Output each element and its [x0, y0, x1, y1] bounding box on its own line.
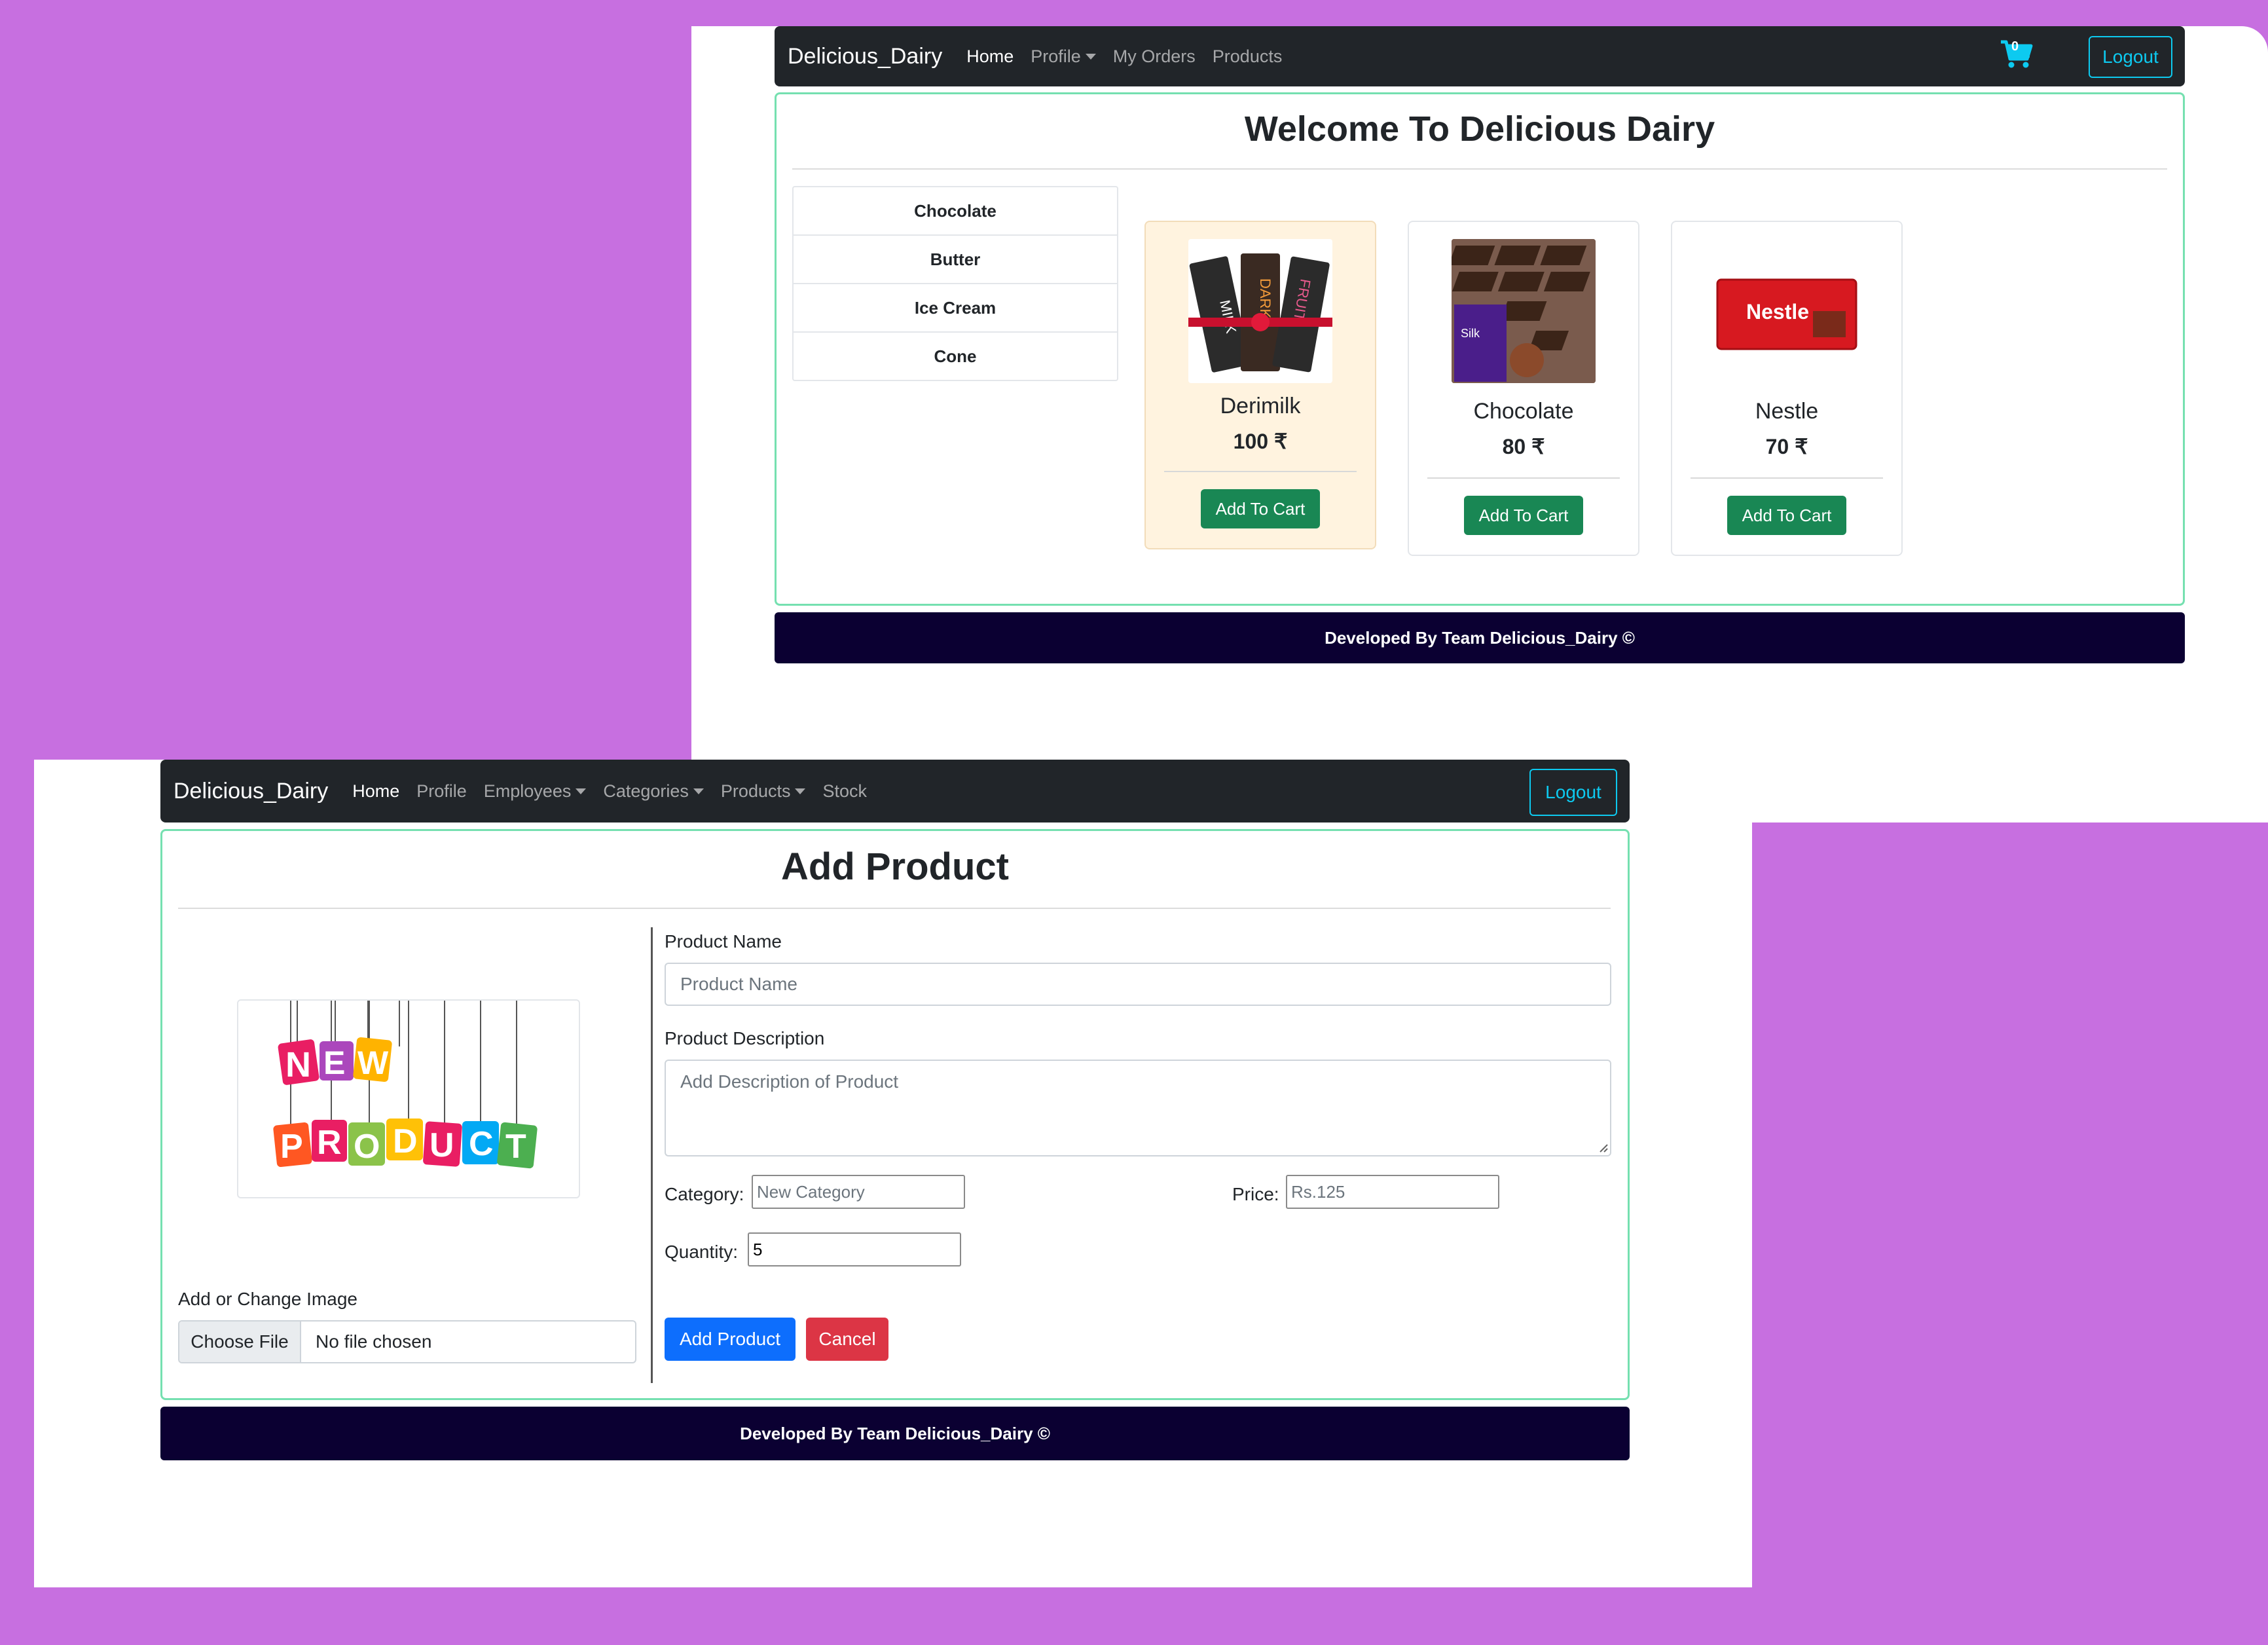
product-price: 100 ₹: [1233, 430, 1288, 453]
cart-count-badge: 0: [2011, 39, 2019, 54]
quantity-input[interactable]: 5: [748, 1232, 961, 1266]
product-name: Derimilk: [1220, 394, 1301, 418]
svg-text:W: W: [357, 1044, 389, 1081]
nav-profile-label: Profile: [1031, 46, 1081, 66]
product-card: Silk Chocolate 80 ₹ Add To Cart: [1408, 221, 1639, 556]
svg-text:D: D: [393, 1122, 418, 1160]
svg-text:E: E: [323, 1044, 345, 1081]
product-name: Nestle: [1755, 399, 1819, 424]
logout-button[interactable]: Logout: [1529, 769, 1617, 816]
svg-text:U: U: [430, 1126, 454, 1164]
svg-text:C: C: [469, 1125, 494, 1163]
top-navbar: Delicious_Dairy Home Profile My Orders P…: [775, 26, 2185, 86]
chevron-down-icon: [693, 788, 704, 794]
chevron-down-icon: [576, 788, 587, 794]
category-item-cone[interactable]: Cone: [794, 333, 1117, 380]
dairy-milk-bars-image: MILK DARK FRUIT: [1188, 239, 1332, 383]
nav-employees-dropdown[interactable]: Employees: [484, 781, 587, 802]
svg-text:T: T: [505, 1128, 526, 1166]
new-product-image: N E W P R O D U C T: [237, 999, 580, 1198]
chevron-down-icon: [795, 788, 806, 794]
product-card: Nestle Nestle 70 ₹ Add To Cart: [1671, 221, 1903, 556]
product-name-input[interactable]: Product Name: [665, 963, 1611, 1006]
nav-profile[interactable]: Profile: [416, 781, 467, 802]
add-to-cart-button[interactable]: Add To Cart: [1464, 496, 1583, 535]
category-list: Chocolate Butter Ice Cream Cone: [792, 186, 1118, 381]
nav-home[interactable]: Home: [352, 781, 399, 802]
product-price: 80 ₹: [1502, 435, 1545, 458]
svg-text:N: N: [285, 1045, 311, 1084]
divider: [792, 168, 2167, 170]
nestle-bar-image: Nestle: [1715, 239, 1859, 383]
brand-logo[interactable]: Delicious_Dairy: [174, 779, 328, 804]
svg-text:P: P: [280, 1128, 303, 1166]
product-price: 70 ₹: [1765, 435, 1808, 458]
page-title: Welcome To Delicious Dairy: [1244, 109, 1715, 149]
add-to-cart-button[interactable]: Add To Cart: [1727, 496, 1846, 535]
card-divider: [1691, 477, 1883, 479]
cart-button[interactable]: 0: [1998, 35, 2035, 72]
product-description-textarea[interactable]: Add Description of Product: [665, 1060, 1611, 1156]
svg-text:R: R: [317, 1124, 342, 1162]
column-divider: [651, 927, 653, 1383]
divider: [178, 908, 1611, 909]
svg-text:Silk: Silk: [1461, 327, 1480, 340]
product-description-label: Product Description: [665, 1028, 825, 1048]
brand-logo[interactable]: Delicious_Dairy: [788, 44, 942, 69]
nav-profile-dropdown[interactable]: Profile: [1031, 46, 1096, 67]
category-item-chocolate[interactable]: Chocolate: [794, 187, 1117, 236]
price-label: Price:: [1232, 1184, 1279, 1204]
nav-products-dropdown[interactable]: Products: [721, 781, 806, 802]
resize-handle-icon[interactable]: [1599, 1143, 1608, 1153]
nav-home[interactable]: Home: [966, 46, 1014, 67]
card-divider: [1427, 477, 1620, 479]
svg-text:Nestle: Nestle: [1746, 300, 1809, 323]
price-input[interactable]: Rs.125: [1286, 1175, 1499, 1209]
add-product-button[interactable]: Add Product: [665, 1318, 796, 1361]
footer: Developed By Team Delicious_Dairy ©: [160, 1407, 1630, 1460]
category-input[interactable]: New Category: [752, 1175, 965, 1209]
product-card: MILK DARK FRUIT Derimilk 100 ₹ Add To Ca…: [1144, 221, 1376, 549]
nav-stock[interactable]: Stock: [822, 781, 867, 802]
category-label: Category:: [665, 1184, 744, 1204]
footer: Developed By Team Delicious_Dairy ©: [775, 612, 2185, 663]
logout-button[interactable]: Logout: [2089, 36, 2172, 78]
admin-navbar: Delicious_Dairy Home Profile Employees C…: [160, 760, 1630, 822]
chevron-down-icon: [1085, 53, 1096, 60]
file-status: No file chosen: [316, 1331, 432, 1352]
chocolate-pack-image: Silk: [1452, 239, 1596, 383]
quantity-label: Quantity:: [665, 1242, 739, 1262]
svg-text:O: O: [354, 1128, 380, 1166]
nav-categories-label: Categories: [603, 781, 689, 801]
file-input[interactable]: Choose File No file chosen: [178, 1320, 636, 1363]
nav-my-orders[interactable]: My Orders: [1113, 46, 1196, 67]
nav-categories-dropdown[interactable]: Categories: [603, 781, 704, 802]
nav-products[interactable]: Products: [1213, 46, 1283, 67]
category-item-ice-cream[interactable]: Ice Cream: [794, 284, 1117, 333]
nav-employees-label: Employees: [483, 781, 572, 801]
product-name: Chocolate: [1473, 399, 1574, 424]
choose-file-button[interactable]: Choose File: [179, 1322, 301, 1362]
cancel-button[interactable]: Cancel: [806, 1318, 888, 1361]
svg-text:DARK: DARK: [1257, 278, 1273, 318]
card-divider: [1164, 471, 1357, 472]
product-name-label: Product Name: [665, 931, 782, 952]
image-upload-label: Add or Change Image: [178, 1289, 357, 1309]
add-to-cart-button[interactable]: Add To Cart: [1201, 489, 1320, 528]
page-title: Add Product: [781, 845, 1009, 888]
nav-products-label: Products: [720, 781, 791, 801]
category-item-butter[interactable]: Butter: [794, 236, 1117, 284]
